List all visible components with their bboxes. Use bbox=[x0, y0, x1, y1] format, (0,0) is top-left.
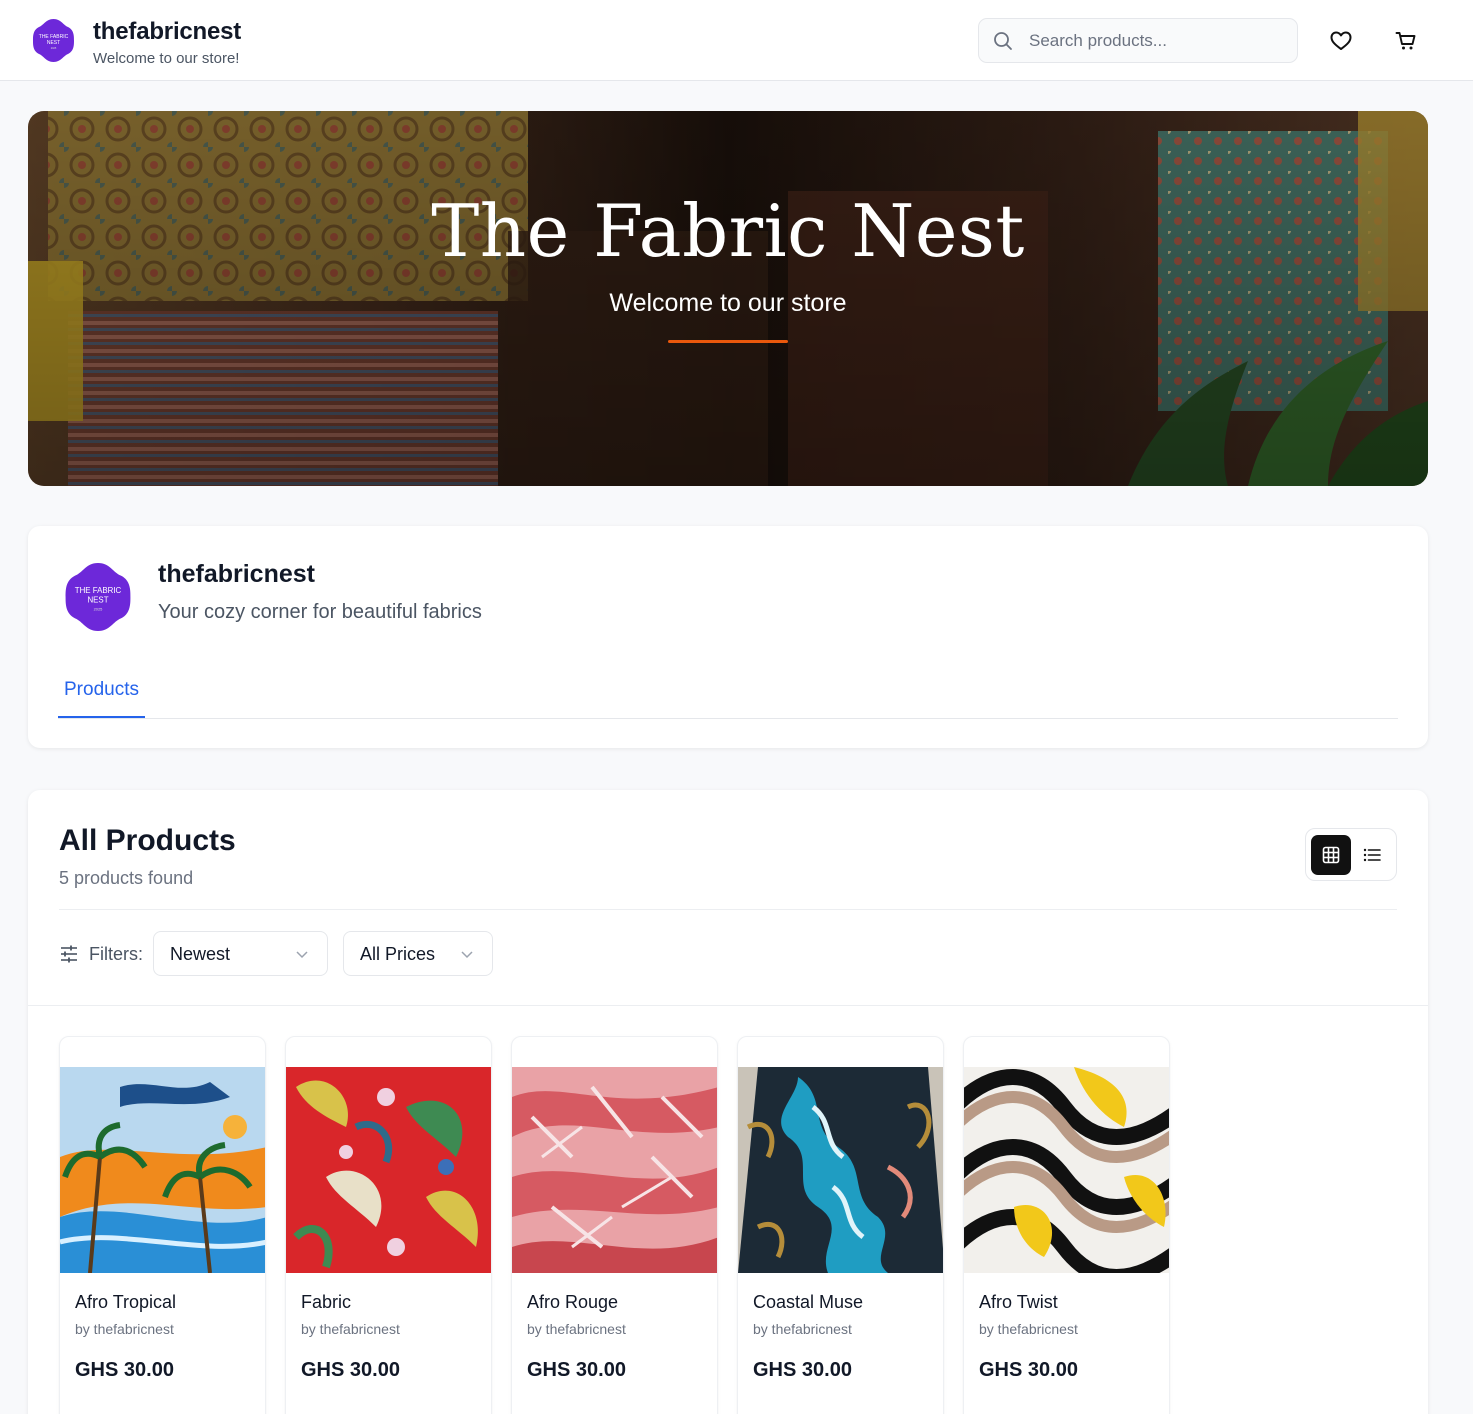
search-bar[interactable] bbox=[978, 18, 1298, 63]
product-name[interactable]: Afro Rouge bbox=[527, 1292, 618, 1313]
search-input[interactable] bbox=[1029, 19, 1289, 62]
product-seller: by thefabricnest bbox=[979, 1321, 1078, 1337]
product-card[interactable]: Coastal Muse by thefabricnest GHS 30.00 bbox=[737, 1036, 944, 1414]
heart-icon bbox=[1330, 31, 1352, 50]
product-seller: by thefabricnest bbox=[75, 1321, 174, 1337]
logo-text-line2: NEST bbox=[47, 40, 60, 46]
product-seller: by thefabricnest bbox=[301, 1321, 400, 1337]
hero-subtitle: Welcome to our store bbox=[609, 289, 847, 317]
product-seller: by thefabricnest bbox=[753, 1321, 852, 1337]
grid-view-button[interactable] bbox=[1311, 835, 1351, 875]
product-count: 5 products found bbox=[59, 868, 194, 888]
sort-select[interactable]: Newest bbox=[153, 931, 328, 976]
logo-text-line3: 2025 bbox=[51, 47, 57, 50]
store-profile-logo: THE FABRIC NEST 2025 bbox=[65, 563, 131, 631]
product-image bbox=[286, 1067, 491, 1273]
product-card[interactable]: Fabric by thefabricnest GHS 30.00 bbox=[285, 1036, 492, 1414]
chevron-down-icon bbox=[461, 951, 473, 959]
store-description: Your cozy corner for beautiful fabrics bbox=[158, 601, 482, 623]
product-card[interactable]: Afro Rouge by thefabricnest GHS 30.00 bbox=[511, 1036, 718, 1414]
product-price: GHS 30.00 bbox=[753, 1359, 852, 1381]
hero-accent-divider bbox=[668, 340, 788, 343]
product-name[interactable]: Fabric bbox=[301, 1292, 351, 1313]
product-card[interactable]: Afro Twist by thefabricnest GHS 30.00 bbox=[963, 1036, 1170, 1414]
list-view-button[interactable] bbox=[1352, 835, 1392, 875]
header-divider bbox=[59, 909, 1397, 910]
hero-title: The Fabric Nest bbox=[431, 189, 1025, 273]
product-image bbox=[512, 1067, 717, 1273]
tab-products[interactable]: Products bbox=[58, 679, 145, 718]
section-title: All Products bbox=[59, 824, 236, 857]
sliders-icon bbox=[61, 945, 77, 963]
grid-icon bbox=[1322, 846, 1340, 864]
product-price: GHS 30.00 bbox=[527, 1359, 626, 1381]
brand-tagline: Welcome to our store! bbox=[93, 50, 240, 67]
cart-button[interactable] bbox=[1389, 24, 1423, 58]
brand-name[interactable]: thefabricnest bbox=[93, 18, 241, 46]
product-name[interactable]: Coastal Muse bbox=[753, 1292, 863, 1313]
product-price: GHS 30.00 bbox=[979, 1359, 1078, 1381]
store-name: thefabricnest bbox=[158, 560, 315, 588]
product-image bbox=[60, 1067, 265, 1273]
price-select-value: All Prices bbox=[360, 944, 436, 964]
product-image bbox=[738, 1067, 943, 1273]
price-select[interactable]: All Prices bbox=[343, 931, 493, 976]
store-logo-text-line2: NEST bbox=[87, 596, 108, 605]
product-name[interactable]: Afro Twist bbox=[979, 1292, 1058, 1313]
tab-divider bbox=[58, 718, 1398, 719]
search-icon bbox=[994, 32, 1012, 50]
view-toggle bbox=[1305, 828, 1397, 881]
wishlist-button[interactable] bbox=[1324, 24, 1358, 58]
top-navigation-bar: THE FABRIC NEST 2025 thefabricnest Welco… bbox=[0, 0, 1473, 81]
list-icon bbox=[1363, 848, 1381, 862]
filters-label: Filters: bbox=[89, 944, 143, 964]
filters-divider bbox=[28, 1005, 1428, 1006]
product-card[interactable]: Afro Tropical by thefabricnest GHS 30.00 bbox=[59, 1036, 266, 1414]
sort-select-value: Newest bbox=[170, 944, 231, 964]
products-section: All Products 5 products found Filters: N… bbox=[28, 790, 1428, 1414]
product-price: GHS 30.00 bbox=[75, 1359, 174, 1381]
product-image bbox=[964, 1067, 1169, 1273]
product-price: GHS 30.00 bbox=[301, 1359, 400, 1381]
store-logo-text-line3: 2025 bbox=[94, 606, 104, 611]
product-name[interactable]: Afro Tropical bbox=[75, 1292, 176, 1313]
store-logo-text-line1: THE FABRIC bbox=[75, 586, 122, 595]
product-seller: by thefabricnest bbox=[527, 1321, 626, 1337]
shopping-cart-icon bbox=[1395, 32, 1416, 50]
store-info-card: THE FABRIC NEST 2025 thefabricnest Your … bbox=[28, 526, 1428, 748]
store-logo[interactable]: THE FABRIC NEST 2025 bbox=[32, 18, 75, 63]
hero-banner: The Fabric Nest Welcome to our store bbox=[28, 111, 1428, 486]
chevron-down-icon bbox=[296, 951, 308, 959]
